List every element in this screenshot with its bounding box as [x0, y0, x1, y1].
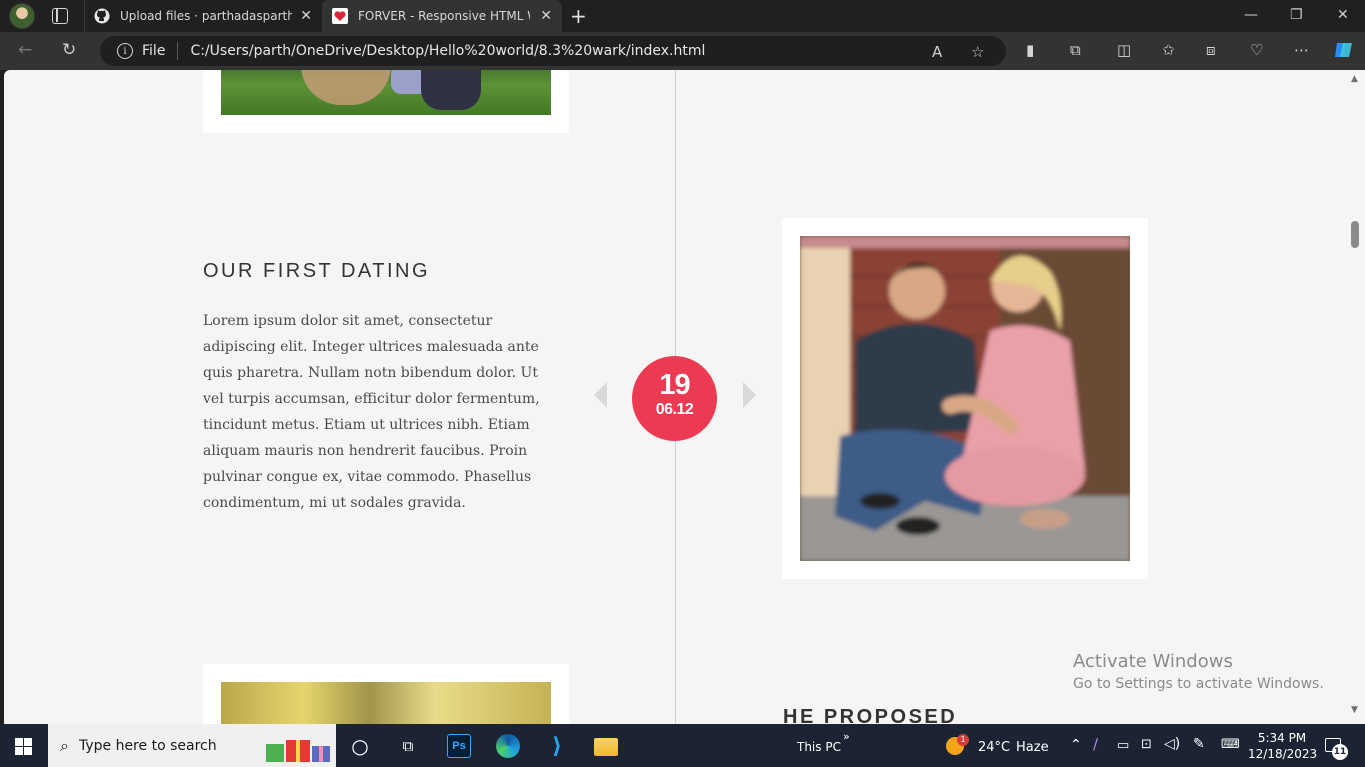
tab-github-upload[interactable]: Upload files · parthadasparthiv/8 ✕	[84, 0, 322, 32]
activate-windows-watermark: Activate Windows Go to Settings to activ…	[1073, 651, 1324, 692]
search-icon: ⌕	[60, 735, 69, 755]
volume-icon[interactable]: ◁)	[1164, 736, 1180, 752]
info-icon[interactable]: i	[117, 43, 133, 59]
performance-icon[interactable]: ♡	[1250, 41, 1263, 59]
cortana-icon[interactable]: ○	[348, 734, 372, 758]
network-icon[interactable]: ⊡	[1141, 737, 1152, 752]
browser-toolbar: ← ↻ i File C:/Users/parth/OneDrive/Deskt…	[0, 32, 1365, 70]
timeline-arrow-right-icon	[743, 382, 756, 408]
chevron-up-icon[interactable]: ⌃	[1070, 737, 1082, 753]
collections-icon[interactable]: ⧈	[1206, 41, 1216, 59]
scroll-down-icon[interactable]: ▼	[1351, 705, 1358, 715]
close-icon[interactable]: ✕	[540, 8, 552, 24]
taskbar-search[interactable]: ⌕ Type here to search	[48, 724, 336, 767]
extension-t-icon[interactable]: ▮	[1026, 41, 1034, 59]
story-title: HE PROPOSED	[783, 706, 958, 724]
photo-frame	[782, 218, 1148, 579]
story-text: Lorem ipsum dolor sit amet, consectetur …	[203, 313, 540, 511]
date-day: 19	[659, 369, 690, 401]
photoshop-icon[interactable]: Ps	[447, 734, 471, 758]
timeline-arrow-left-icon	[594, 382, 607, 408]
toolbar-expand-icon[interactable]: »	[843, 730, 850, 743]
page-viewport: OUR FIRST DATING Lorem ipsum dolor sit a…	[4, 70, 1348, 724]
more-options-icon[interactable]: ⋯	[1294, 41, 1309, 59]
weather-badge: 1	[957, 734, 969, 746]
taskbar-clock[interactable]: 5:34 PM 12/18/2023	[1248, 730, 1318, 762]
copilot-icon[interactable]	[1333, 39, 1355, 65]
date-badge: 19 06.12	[632, 356, 717, 441]
extensions-puzzle-icon[interactable]: ⧉	[1070, 41, 1081, 59]
watermark-line: Activate Windows	[1073, 651, 1233, 672]
windows-start-icon[interactable]	[15, 738, 32, 755]
battery-icon[interactable]: ▭	[1117, 738, 1129, 753]
story-title: OUR FIRST DATING	[203, 260, 431, 282]
photo-frame	[203, 70, 569, 133]
close-icon[interactable]: ✕	[300, 8, 312, 24]
divider	[177, 42, 179, 60]
pen-workspace-icon[interactable]: ✎	[1193, 736, 1205, 752]
read-aloud-icon[interactable]: A	[932, 43, 942, 61]
edge-icon[interactable]	[496, 734, 520, 758]
date-month: 06.12	[655, 401, 694, 418]
tab-title: Upload files · parthadasparthiv/8	[120, 9, 292, 23]
keyboard-icon[interactable]: ⌨	[1221, 737, 1240, 752]
favorite-star-icon[interactable]: ☆	[971, 43, 984, 61]
this-pc-label[interactable]: This PC	[797, 740, 841, 754]
tab-actions-icon[interactable]	[52, 8, 68, 24]
tab-bar: Upload files · parthadasparthiv/8 ✕ FORV…	[0, 0, 1365, 32]
new-tab-icon[interactable]: +	[570, 4, 587, 28]
profile-avatar[interactable]	[9, 3, 35, 29]
task-view-icon[interactable]: ⧉	[396, 734, 420, 758]
search-placeholder: Type here to search	[78, 737, 217, 754]
weather-temp[interactable]: 24°C	[978, 740, 1010, 755]
watermark-line: Go to Settings to activate Windows.	[1073, 676, 1324, 692]
tab-title: FORVER - Responsive HTML Wed	[358, 9, 530, 23]
github-icon	[94, 8, 110, 24]
restore-icon[interactable]: ❐	[1290, 7, 1303, 23]
file-explorer-icon[interactable]	[594, 738, 618, 756]
clock-time: 5:34 PM	[1257, 731, 1307, 745]
window-close-icon[interactable]: ✕	[1337, 7, 1349, 23]
scroll-up-icon[interactable]: ▲	[1351, 74, 1358, 84]
weather-desc[interactable]: Haze	[1016, 740, 1049, 755]
split-screen-icon[interactable]: ◫	[1117, 41, 1131, 59]
minimize-icon[interactable]: —	[1244, 7, 1258, 23]
gift-icon	[266, 740, 330, 762]
notification-badge: 11	[1332, 744, 1348, 760]
tab-forver-active[interactable]: FORVER - Responsive HTML Wed ✕	[322, 0, 562, 32]
refresh-icon[interactable]: ↻	[62, 40, 76, 60]
couple-photo	[800, 236, 1130, 561]
pen-icon[interactable]: ∕	[1093, 735, 1098, 753]
story-photo	[221, 682, 551, 724]
clock-date: 12/18/2023	[1248, 747, 1318, 761]
back-icon[interactable]: ←	[18, 40, 32, 60]
heart-icon	[332, 8, 348, 24]
vertical-scrollbar[interactable]	[1348, 70, 1365, 724]
url-text[interactable]: C:/Users/parth/OneDrive/Desktop/Hello%20…	[190, 43, 705, 59]
scrollbar-thumb[interactable]	[1351, 221, 1359, 248]
vscode-icon[interactable]: ⟩	[545, 734, 569, 759]
favorites-icon[interactable]: ✩	[1162, 41, 1175, 59]
story-photo	[221, 70, 551, 115]
windows-taskbar: ⌕ Type here to search ○ ⧉ Ps ⟩ This PC »…	[0, 724, 1365, 767]
address-bar[interactable]: i File C:/Users/parth/OneDrive/Desktop/H…	[100, 36, 1006, 66]
scheme-label: File	[142, 43, 166, 59]
photo-frame	[203, 664, 569, 724]
